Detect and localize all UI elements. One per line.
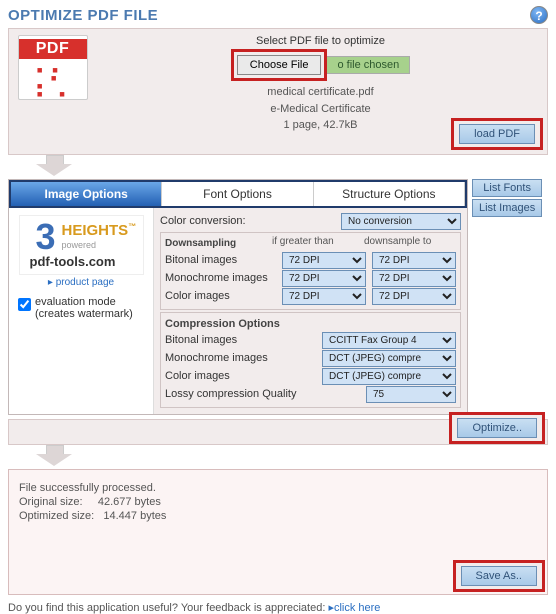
original-size-label: Original size: xyxy=(19,496,83,508)
list-fonts-button[interactable]: List Fonts xyxy=(472,179,542,197)
compression-heading: Compression Options xyxy=(165,318,456,330)
color-target-select[interactable]: 72 DPI xyxy=(372,288,456,305)
flow-arrow-icon xyxy=(34,445,74,467)
flow-arrow-icon xyxy=(34,155,74,177)
bitonal-target-select[interactable]: 72 DPI xyxy=(372,252,456,269)
mono-compression-label: Monochrome images xyxy=(165,352,316,364)
feedback-text: Do you find this application useful? You… xyxy=(8,602,328,614)
product-page-link[interactable]: ▸ product page xyxy=(48,277,114,288)
pdf-tools-logo: 3 HEIGHTS™ powered pdf-tools.com xyxy=(19,215,144,275)
page-title: OPTIMIZE PDF FILE xyxy=(8,7,158,24)
bitonal-compression-label: Bitonal images xyxy=(165,334,316,346)
color-conversion-select[interactable]: No conversion xyxy=(341,213,461,230)
optimize-button[interactable]: Optimize.. xyxy=(457,418,537,438)
color-compression-label: Color images xyxy=(165,370,316,382)
feedback-row: Do you find this application useful? You… xyxy=(8,601,548,614)
col-if-greater-than: if greater than xyxy=(272,236,364,251)
lossy-quality-select[interactable]: 75 xyxy=(366,386,456,403)
downsampling-heading: Downsampling xyxy=(165,238,272,249)
upload-panel: PDF ▪ ▪ ▪ ▪▪ ▪ Select PDF file to optimi… xyxy=(8,28,548,155)
file-subtitle: e-Medical Certificate xyxy=(100,101,541,118)
help-icon[interactable]: ? xyxy=(530,6,548,24)
original-size-value: 42.677 bytes xyxy=(98,496,161,508)
color-threshold-select[interactable]: 72 DPI xyxy=(282,288,366,305)
mono-target-select[interactable]: 72 DPI xyxy=(372,270,456,287)
optimized-size-value: 14.447 bytes xyxy=(103,510,166,522)
tab-structure-options[interactable]: Structure Options xyxy=(314,182,465,206)
tab-image-options[interactable]: Image Options xyxy=(11,182,162,206)
list-images-button[interactable]: List Images xyxy=(472,199,542,217)
mono-compression-select[interactable]: DCT (JPEG) compre xyxy=(322,350,456,367)
color-compression-select[interactable]: DCT (JPEG) compre xyxy=(322,368,456,385)
optimized-size-label: Optimized size: xyxy=(19,510,94,522)
status-panel: File successfully processed. Original si… xyxy=(8,469,548,595)
feedback-link[interactable]: ▸click here xyxy=(328,602,380,614)
bitonal-compression-select[interactable]: CCITT Fax Group 4 xyxy=(322,332,456,349)
col-downsample-to: downsample to xyxy=(364,236,456,251)
load-pdf-button[interactable]: load PDF xyxy=(459,124,535,144)
pdf-file-icon: PDF ▪ ▪ ▪ ▪▪ ▪ xyxy=(18,35,88,100)
bitonal-threshold-select[interactable]: 72 DPI xyxy=(282,252,366,269)
tab-font-options[interactable]: Font Options xyxy=(162,182,313,206)
mono-downsample-label: Monochrome images xyxy=(165,272,276,284)
product-sidebar: 3 HEIGHTS™ powered pdf-tools.com ▸ produ… xyxy=(9,208,154,414)
mono-threshold-select[interactable]: 72 DPI xyxy=(282,270,366,287)
status-processed: File successfully processed. xyxy=(19,482,537,494)
color-conversion-label: Color conversion: xyxy=(160,215,335,227)
save-as-button[interactable]: Save As.. xyxy=(461,566,537,586)
color-downsample-label: Color images xyxy=(165,290,276,302)
bitonal-downsample-label: Bitonal images xyxy=(165,254,276,266)
select-prompt: Select PDF file to optimize xyxy=(100,35,541,47)
evaluation-mode-label: evaluation mode (creates watermark) xyxy=(35,296,144,320)
evaluation-mode-checkbox[interactable] xyxy=(18,298,31,311)
options-panel: Image Options Font Options Structure Opt… xyxy=(8,179,468,415)
file-chosen-status: o file chosen xyxy=(327,56,410,74)
choose-file-button[interactable]: Choose File xyxy=(237,55,322,75)
lossy-quality-label: Lossy compression Quality xyxy=(165,388,360,400)
selected-filename: medical certificate.pdf xyxy=(100,84,541,101)
